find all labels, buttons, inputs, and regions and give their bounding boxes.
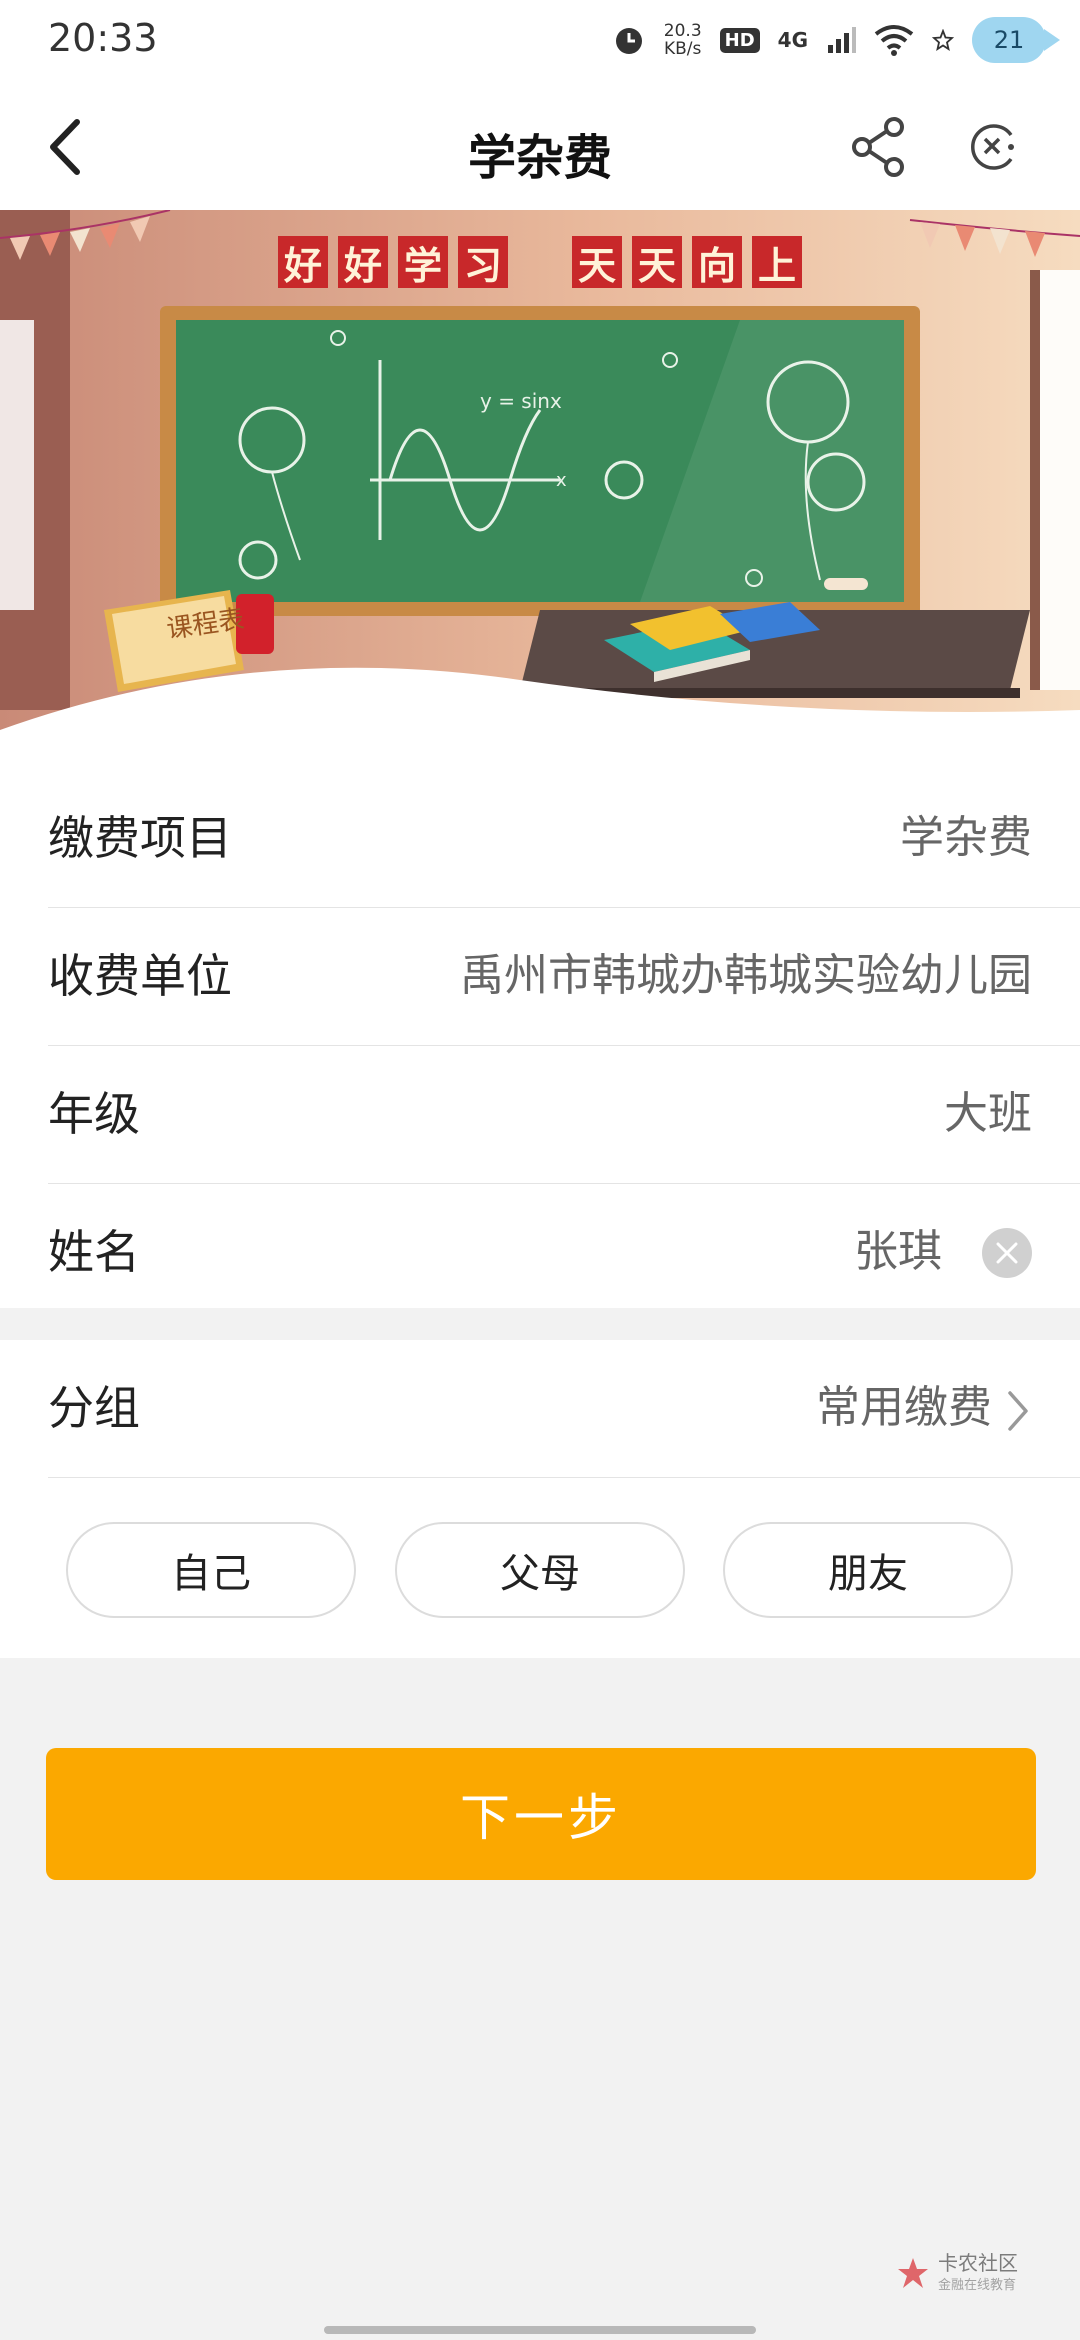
wifi-icon	[874, 25, 914, 56]
payment-item-label: 缴费项目	[48, 811, 232, 865]
payee-value: 禹州市韩城办韩城实验幼儿园	[460, 950, 1032, 1001]
group-selector[interactable]: 分组 常用缴费	[48, 1340, 1080, 1478]
network-type: 4G	[777, 28, 808, 52]
page-title: 学杂费	[467, 130, 612, 186]
payee-label: 收费单位	[48, 949, 232, 1003]
slogan: 好 好 学 习 天 天 向 上	[0, 236, 1080, 288]
row-payment-item: 缴费项目 学杂费	[48, 770, 1080, 908]
battery-badge: 21	[972, 17, 1060, 63]
chip-parents[interactable]: 父母	[395, 1522, 685, 1618]
watermark-subtitle: 金融在线教育	[938, 2278, 1017, 2293]
share-button[interactable]	[846, 114, 912, 180]
status-time: 20:33	[48, 16, 158, 60]
group-value: 常用缴费	[816, 1382, 992, 1433]
chip-self[interactable]: 自己	[66, 1522, 356, 1618]
speed-unit: KB/s	[664, 39, 702, 59]
name-label: 姓名	[48, 1225, 140, 1279]
slogan-char: 上	[752, 236, 802, 288]
signal-icon	[828, 27, 856, 53]
status-icons: 20.3 KB/s HD 4G 21	[612, 12, 1060, 68]
status-bar: 20:33 20.3 KB/s HD 4G 21	[0, 0, 1080, 84]
row-payee: 收费单位 禹州市韩城办韩城实验幼儿园	[48, 908, 1080, 1046]
network-speed: 20.3 KB/s	[664, 22, 702, 58]
payment-info-form: 缴费项目 学杂费 收费单位 禹州市韩城办韩城实验幼儿园 年级 大班 姓名 张琪	[0, 770, 1080, 1308]
group-label: 分组	[48, 1381, 140, 1435]
slogan-char: 好	[338, 236, 388, 288]
name-field[interactable]: 张琪	[854, 1184, 942, 1320]
formula-label: y = sinx	[480, 389, 562, 413]
close-button[interactable]	[960, 114, 1026, 180]
classroom-illustration: 课程表 y = sinx x	[0, 210, 1080, 770]
chip-friends[interactable]: 朋友	[723, 1522, 1013, 1618]
slogan-char: 向	[692, 236, 742, 288]
slogan-char: 学	[398, 236, 448, 288]
close-mini-program-icon	[971, 124, 1014, 170]
kanong-logo-icon	[898, 2257, 928, 2288]
slogan-char: 习	[458, 236, 508, 288]
grade-label: 年级	[48, 1087, 140, 1141]
clear-name-button[interactable]	[982, 1228, 1032, 1278]
home-indicator[interactable]	[324, 2326, 756, 2334]
clear-icon	[996, 1242, 1018, 1264]
group-section: 分组 常用缴费 自己 父母 朋友	[0, 1340, 1080, 1658]
grade-value: 大班	[944, 1088, 1032, 1139]
speed-value: 20.3	[663, 21, 702, 41]
next-step-button[interactable]: 下一步	[46, 1748, 1036, 1880]
row-name: 姓名 张琪	[48, 1184, 1080, 1322]
slogan-char: 天	[632, 236, 682, 288]
banner-image: 课程表 y = sinx x 好 好 学 习 天 天 向 上	[0, 210, 1080, 770]
watermark: 卡农社区 金融在线教育	[896, 2252, 1018, 2293]
payment-item-value: 学杂费	[900, 812, 1032, 863]
chevron-right-icon	[1008, 1391, 1028, 1431]
axis-x-label: x	[556, 470, 567, 491]
hd-badge: HD	[719, 27, 760, 53]
share-icon	[852, 117, 904, 177]
star-icon	[932, 29, 954, 51]
slogan-char: 天	[572, 236, 622, 288]
slogan-char: 好	[278, 236, 328, 288]
alarm-icon	[615, 28, 642, 54]
nav-bar: 学杂费	[0, 84, 1080, 210]
row-grade: 年级 大班	[48, 1046, 1080, 1184]
watermark-title: 卡农社区	[938, 2251, 1018, 2275]
